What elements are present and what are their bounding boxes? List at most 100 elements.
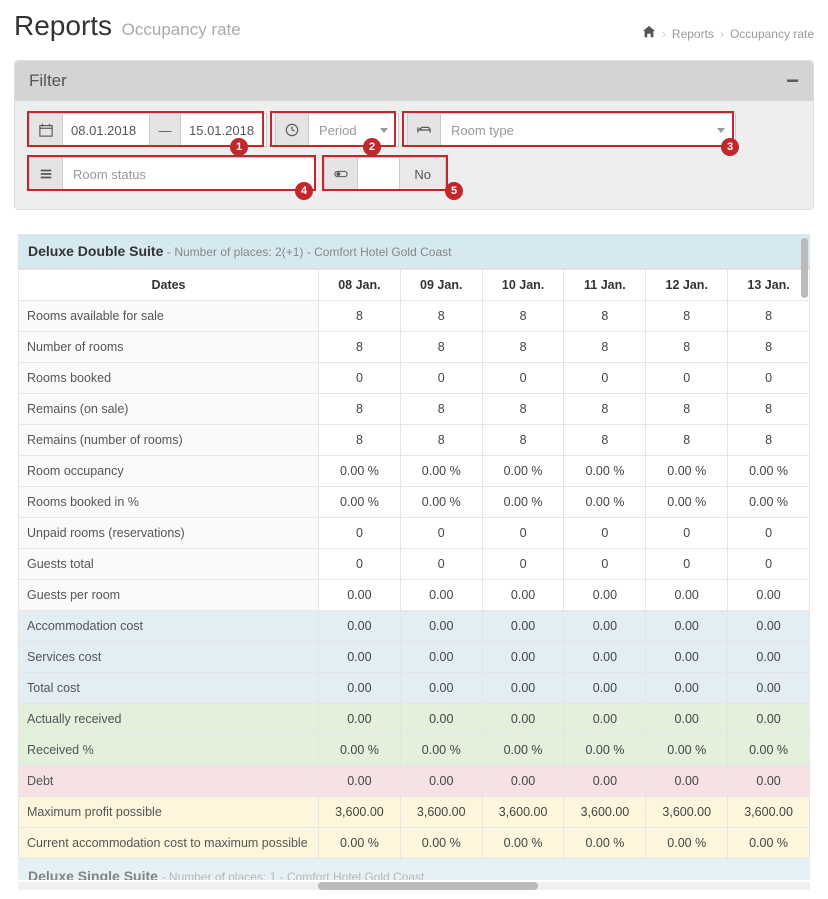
data-cell: 0: [646, 363, 728, 394]
data-cell: 0.00: [564, 611, 646, 642]
horizontal-scrollbar-track[interactable]: [18, 882, 810, 890]
data-cell: 0.00: [482, 580, 564, 611]
data-cell: 8: [728, 301, 810, 332]
data-cell: 8: [564, 394, 646, 425]
breadcrumb-reports[interactable]: Reports: [672, 27, 714, 41]
table-row: Remains (number of rooms)888888: [19, 425, 810, 456]
table-row: Number of rooms888888: [19, 332, 810, 363]
suite-details: - Number of places: 2(+1) - Comfort Hote…: [167, 245, 451, 259]
data-cell: 0.00: [646, 580, 728, 611]
col-header: 13 Jan.: [728, 270, 810, 301]
list-icon[interactable]: [29, 157, 63, 191]
data-cell: 0.00: [646, 611, 728, 642]
data-cell: 0: [400, 549, 482, 580]
header-dates: Dates: [19, 270, 319, 301]
date-to-input[interactable]: [180, 113, 267, 147]
row-label: Debt: [19, 766, 319, 797]
data-cell: 0.00 %: [728, 456, 810, 487]
data-cell: 0.00 %: [319, 735, 401, 766]
col-header: 12 Jan.: [646, 270, 728, 301]
data-cell: 0.00 %: [646, 456, 728, 487]
toggle-switch[interactable]: No: [358, 157, 446, 191]
data-cell: 0: [728, 363, 810, 394]
data-cell: 0.00 %: [319, 456, 401, 487]
data-cell: 8: [564, 301, 646, 332]
data-cell: 0.00 %: [482, 487, 564, 518]
roomtype-select[interactable]: Room type: [441, 113, 736, 147]
table-row: Debt0.000.000.000.000.000.00: [19, 766, 810, 797]
table-row: Received %0.00 %0.00 %0.00 %0.00 %0.00 %…: [19, 735, 810, 766]
data-cell: 0.00: [728, 673, 810, 704]
data-cell: 3,600.00: [319, 797, 401, 828]
data-cell: 0: [400, 518, 482, 549]
data-cell: 0: [319, 363, 401, 394]
page-subtitle: Occupancy rate: [122, 20, 241, 39]
data-cell: 8: [646, 425, 728, 456]
roomtype-group: Room type: [407, 113, 736, 147]
horizontal-scrollbar-thumb[interactable]: [318, 882, 538, 890]
col-header: 08 Jan.: [319, 270, 401, 301]
home-icon[interactable]: [642, 25, 656, 42]
data-cell: 0: [400, 363, 482, 394]
breadcrumb-sep: ›: [662, 27, 666, 41]
data-cell: 0: [564, 518, 646, 549]
data-cell: 0.00 %: [646, 735, 728, 766]
table-row: Guests per room0.000.000.000.000.000.00: [19, 580, 810, 611]
col-header: 11 Jan.: [564, 270, 646, 301]
data-cell: 8: [646, 332, 728, 363]
data-cell: 8: [400, 394, 482, 425]
row-label: Room occupancy: [19, 456, 319, 487]
data-cell: 8: [319, 394, 401, 425]
data-cell: 8: [400, 425, 482, 456]
data-cell: 0.00: [400, 673, 482, 704]
data-cell: 8: [728, 425, 810, 456]
calendar-icon[interactable]: [29, 113, 63, 147]
data-cell: 8: [319, 425, 401, 456]
vertical-scrollbar[interactable]: [801, 238, 808, 298]
row-label: Number of rooms: [19, 332, 319, 363]
data-cell: 0.00: [319, 673, 401, 704]
data-cell: 0.00: [564, 766, 646, 797]
data-cell: 0: [319, 549, 401, 580]
data-cell: 8: [482, 301, 564, 332]
data-cell: 0: [319, 518, 401, 549]
data-cell: 0.00 %: [400, 735, 482, 766]
period-select[interactable]: Period: [309, 113, 399, 147]
report-container: Deluxe Double Suite - Number of places: …: [14, 230, 814, 894]
data-cell: 0.00 %: [319, 828, 401, 859]
data-cell: 0.00 %: [564, 828, 646, 859]
toggle-icon[interactable]: [324, 157, 358, 191]
suite-header-2: Deluxe Single Suite - Number of places: …: [18, 859, 810, 880]
data-cell: 0.00 %: [564, 456, 646, 487]
collapse-icon[interactable]: −: [786, 76, 799, 86]
data-cell: 0.00: [564, 704, 646, 735]
row-label: Maximum profit possible: [19, 797, 319, 828]
breadcrumb-current: Occupancy rate: [730, 27, 814, 41]
table-row: Current accommodation cost to maximum po…: [19, 828, 810, 859]
data-cell: 0.00 %: [400, 456, 482, 487]
occupancy-table: Dates 08 Jan. 09 Jan. 10 Jan. 11 Jan. 12…: [18, 269, 810, 859]
data-cell: 0.00: [646, 642, 728, 673]
data-cell: 8: [564, 332, 646, 363]
table-row: Guests total000000: [19, 549, 810, 580]
table-row: Rooms booked in %0.00 %0.00 %0.00 %0.00 …: [19, 487, 810, 518]
data-cell: 0.00 %: [482, 456, 564, 487]
clock-icon[interactable]: [275, 113, 309, 147]
data-cell: 0: [482, 363, 564, 394]
date-separator: —: [150, 113, 180, 147]
data-cell: 8: [400, 301, 482, 332]
data-cell: 8: [400, 332, 482, 363]
table-row: Unpaid rooms (reservations)000000: [19, 518, 810, 549]
row-label: Guests per room: [19, 580, 319, 611]
data-cell: 8: [728, 394, 810, 425]
row-label: Current accommodation cost to maximum po…: [19, 828, 319, 859]
data-cell: 0.00: [400, 611, 482, 642]
roomstatus-select[interactable]: Room status: [63, 157, 316, 191]
row-label: Received %: [19, 735, 319, 766]
data-cell: 0.00: [400, 766, 482, 797]
date-from-input[interactable]: [63, 113, 150, 147]
period-group: Period: [275, 113, 399, 147]
data-cell: 0.00: [564, 673, 646, 704]
table-row: Actually received0.000.000.000.000.000.0…: [19, 704, 810, 735]
bed-icon[interactable]: [407, 113, 441, 147]
